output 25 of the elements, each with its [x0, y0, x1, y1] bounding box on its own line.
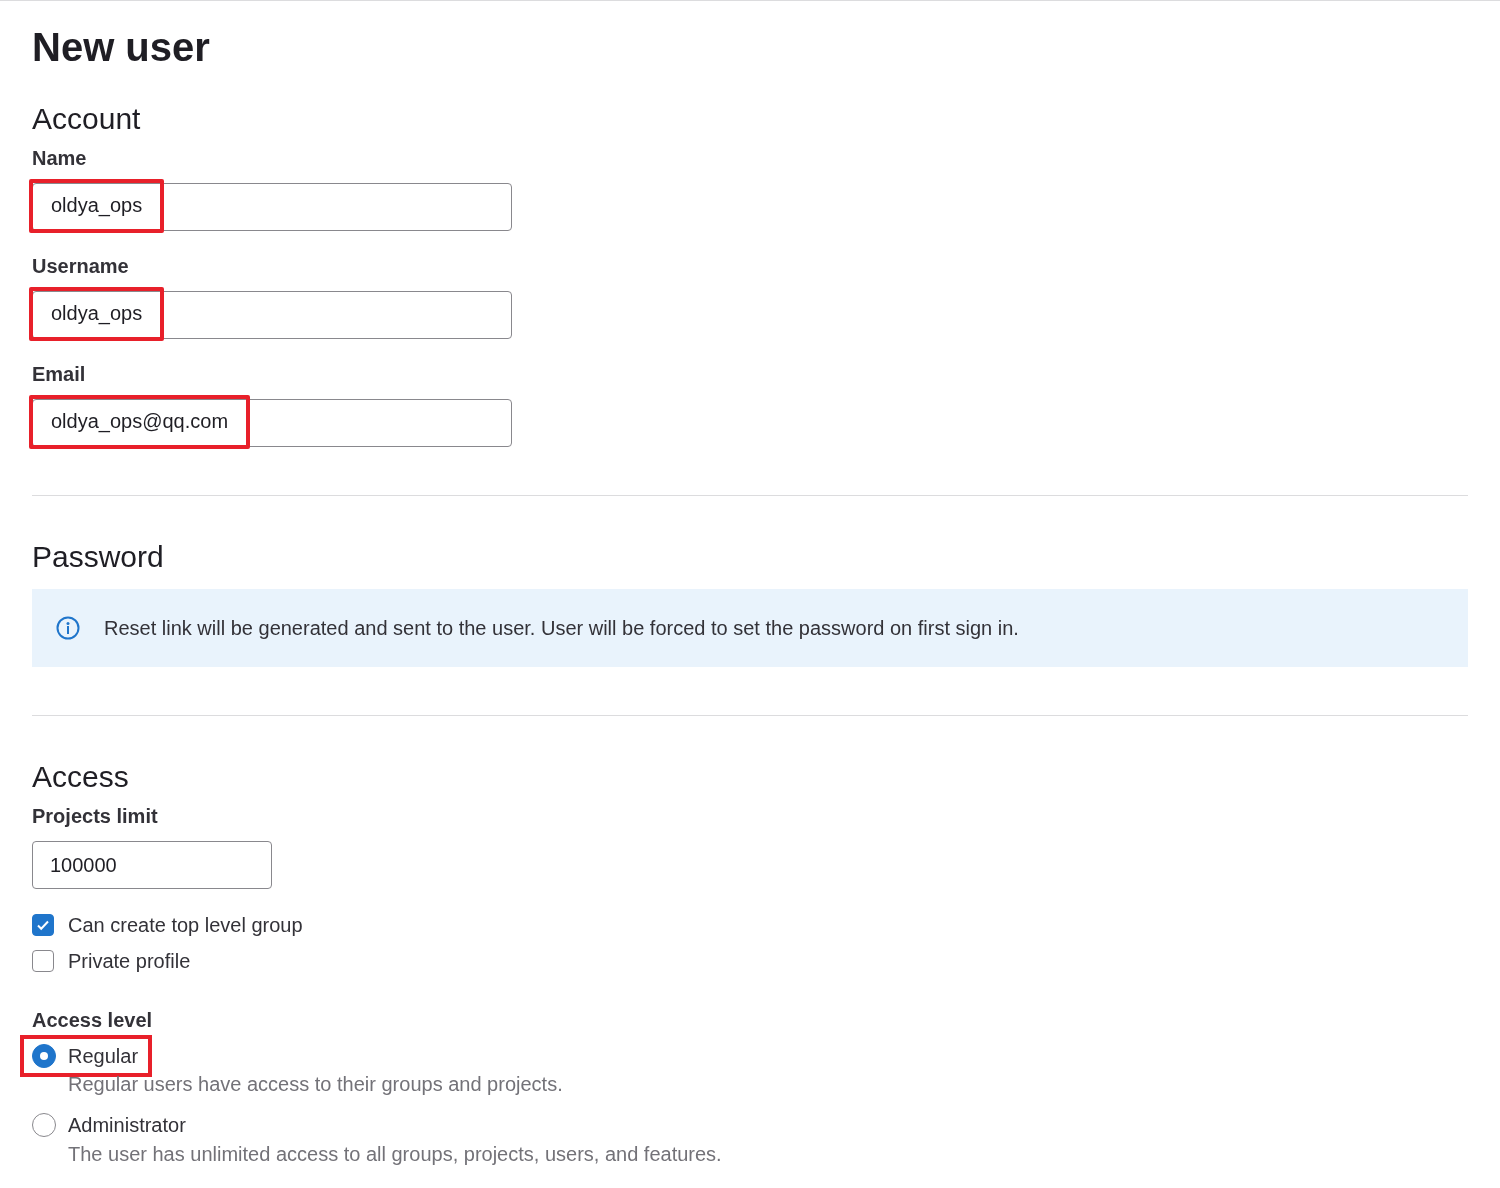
field-label: Projects limit: [32, 804, 159, 829]
info-icon: [56, 616, 80, 640]
field-label: Name: [32, 146, 88, 171]
field-label: Username: [32, 254, 130, 279]
alert-text: Reset link will be generated and sent to the user. User will be forced to set the password on first sign in.: [104, 616, 1019, 640]
field-label: Access level: [32, 1008, 154, 1033]
input-field[interactable]: 100000: [32, 841, 272, 889]
checkbox[interactable]: [32, 914, 54, 936]
checkbox[interactable]: [32, 950, 54, 972]
check-icon: [36, 918, 50, 932]
section-heading: Password: [32, 539, 165, 575]
field-label: Email: [32, 362, 87, 387]
option-description: The user has unlimited access to all groups, projects, users, and features.: [68, 1142, 723, 1167]
checkbox-label: Private profile: [68, 949, 191, 973]
checkbox-label: Can create top level group: [68, 913, 303, 937]
highlighted-value: oldya_ops@qq.com: [29, 394, 251, 449]
radio-label: Administrator: [68, 1113, 186, 1137]
highlighted-value: oldya_ops: [29, 286, 165, 341]
page-title: New user: [32, 24, 211, 71]
highlighted-value: oldya_ops: [29, 178, 165, 233]
section-heading: Access: [32, 759, 130, 795]
section-heading: Account: [32, 101, 142, 137]
option-description: Regular users have access to their groups and projects.: [68, 1072, 564, 1097]
radio-button[interactable]: [32, 1044, 56, 1068]
radio-label: Regular: [68, 1044, 139, 1068]
